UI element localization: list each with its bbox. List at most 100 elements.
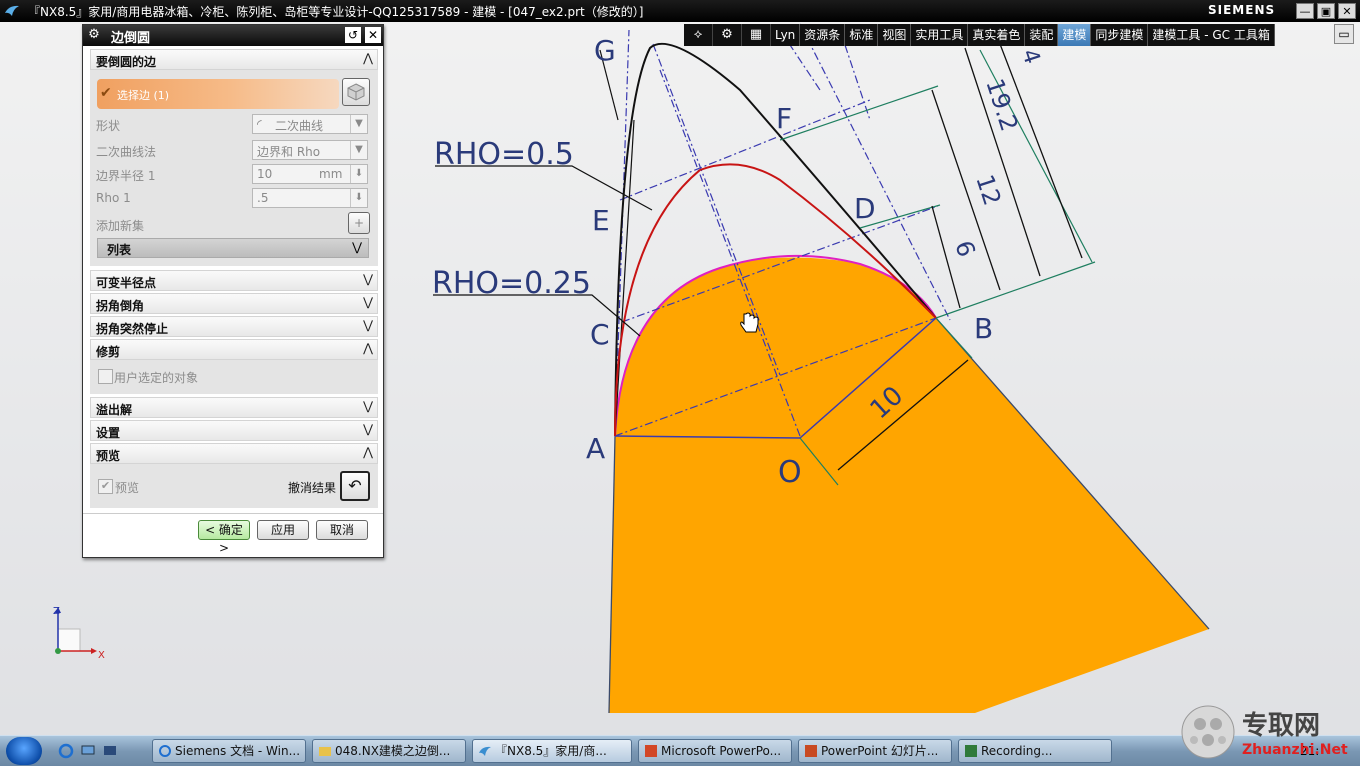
dialog-header[interactable]: ⚙ 边倒圆 ↺ ✕ — [83, 25, 383, 46]
preview-checkbox[interactable]: ✔ — [98, 479, 113, 494]
undo-result-button[interactable]: ↶ — [340, 471, 370, 501]
nx-app-icon — [479, 746, 491, 756]
ie-icon[interactable] — [58, 743, 74, 759]
conic-method-label: 二次曲线法 — [96, 145, 157, 159]
taskbar-item-label: Recording... — [981, 744, 1053, 758]
gear-icon[interactable]: ⚙ — [713, 24, 742, 46]
conic-method-value: 边界和 Rho — [257, 145, 321, 159]
rho-value: .5 — [257, 191, 269, 205]
chevron-up-icon: ⋀ — [363, 445, 373, 459]
solid-body — [609, 257, 1209, 713]
siemens-brand: SIEMENS — [1208, 3, 1276, 17]
boundary-radius-value: 10 — [257, 167, 273, 181]
point-label-c: C — [590, 318, 610, 351]
conic-method-select[interactable]: 边界和 Rho ▼ — [252, 140, 368, 160]
dialog-close-icon[interactable]: ✕ — [365, 27, 381, 43]
grid-icon[interactable]: ▦ — [742, 24, 771, 46]
taskbar-item-folder[interactable]: 048.NX建模之边倒... — [312, 739, 466, 763]
tab-resource-bar[interactable]: 资源条 — [800, 24, 846, 46]
dialog-divider — [83, 513, 383, 514]
apply-button[interactable]: 应用 — [257, 520, 309, 540]
shape-value: 二次曲线 — [275, 119, 324, 133]
watermark-logo: 专取网 Zhuanzhi.Net — [1181, 705, 1348, 759]
edge-blend-dialog: ⚙ 边倒圆 ↺ ✕ 要倒圆的边 ⋀ ✔ 选择边 (1) 形状 二次曲线 ◜ ▼ — [82, 24, 384, 558]
tab-synchronous-modeling[interactable]: 同步建模 — [1091, 24, 1149, 46]
point-label-a: A — [586, 432, 605, 465]
chevron-down-icon: ⋁ — [352, 240, 362, 254]
boundary-radius-input[interactable]: 10 mm ⬇ — [252, 164, 368, 184]
tab-lyn[interactable]: Lyn — [771, 24, 801, 46]
reset-icon[interactable]: ↺ — [345, 27, 361, 43]
taskbar-item-label: PowerPoint 幻灯片... — [821, 744, 939, 758]
minimize-button[interactable]: — — [1296, 3, 1314, 19]
section-variable-radius[interactable]: 可变半径点 ⋁ — [90, 270, 378, 291]
user-selected-objects-checkbox[interactable] — [98, 369, 113, 384]
taskbar-item-slideshow[interactable]: PowerPoint 幻灯片... — [798, 739, 952, 763]
point-label-b: B — [974, 312, 993, 345]
section-corner-setback[interactable]: 拐角倒角 ⋁ — [90, 293, 378, 314]
computer-icon[interactable] — [80, 743, 96, 759]
section-settings[interactable]: 设置 ⋁ — [90, 420, 378, 441]
desktop-icon[interactable] — [102, 743, 118, 759]
document-close-button[interactable]: ▭ — [1334, 24, 1354, 44]
shape-label: 形状 — [96, 119, 121, 133]
arrow-down-icon[interactable]: ⬇ — [350, 165, 367, 183]
taskbar-item-label: Microsoft PowerPo... — [661, 744, 782, 758]
watermark-cn: 专取网 — [1242, 711, 1320, 741]
shape-row: 形状 二次曲线 ◜ ▼ — [90, 114, 378, 134]
watermark-en: Zhuanzhi.Net — [1242, 742, 1348, 758]
dim-19-2: 19.2 — [980, 75, 1023, 134]
chevron-up-icon: ⋀ — [363, 341, 373, 355]
taskbar-item-nx[interactable]: 『NX8.5』家用/商... — [472, 739, 632, 763]
section-preview[interactable]: 预览 ⋀ — [90, 443, 378, 464]
section-label: 设置 — [96, 426, 121, 440]
nx-logo-icon[interactable]: ⟡ — [684, 24, 713, 46]
chevron-down-icon: ⋁ — [363, 318, 373, 332]
rho-row: Rho 1 .5 ⬇ — [90, 188, 378, 208]
boundary-radius-row: 边界半径 1 10 mm ⬇ — [90, 164, 378, 184]
point-label-g: G — [594, 34, 616, 67]
add-new-set-button[interactable]: + — [348, 212, 370, 234]
tab-true-shading[interactable]: 真实着色 — [968, 24, 1026, 46]
section-trim[interactable]: 修剪 ⋀ — [90, 339, 378, 360]
chevron-down-icon: ▼ — [350, 141, 367, 159]
chevron-down-icon: ⋁ — [363, 295, 373, 309]
taskbar-item-label: 048.NX建模之边倒... — [335, 744, 451, 758]
cancel-button[interactable]: 取消 — [316, 520, 368, 540]
chevron-up-icon: ⋀ — [363, 51, 373, 65]
start-button[interactable] — [6, 737, 42, 765]
taskbar-item-recording[interactable]: Recording... — [958, 739, 1112, 763]
close-button[interactable]: ✕ — [1338, 3, 1356, 19]
section-overflow[interactable]: 溢出解 ⋁ — [90, 397, 378, 418]
tab-gc-toolkit[interactable]: 建模工具 - GC 工具箱 — [1148, 24, 1275, 46]
edges-section-body: ✔ 选择边 (1) 形状 二次曲线 ◜ ▼ 二次曲线法 边界和 Rho ▼ 边界… — [90, 70, 378, 266]
recording-icon — [965, 745, 977, 757]
taskbar-item-siemens-docs[interactable]: Siemens 文档 - Win... — [152, 739, 306, 763]
section-corner-stop[interactable]: 拐角突然停止 ⋁ — [90, 316, 378, 337]
select-edge-cube-button[interactable] — [342, 78, 370, 106]
arrow-down-icon[interactable]: ⬇ — [350, 189, 367, 207]
maximize-button[interactable]: ▣ — [1317, 3, 1335, 19]
conic-method-row: 二次曲线法 边界和 Rho ▼ — [90, 140, 378, 160]
list-header[interactable]: 列表 ⋁ — [97, 238, 369, 258]
tab-utilities[interactable]: 实用工具 — [911, 24, 969, 46]
tab-assembly[interactable]: 装配 — [1025, 24, 1059, 46]
rho-input[interactable]: .5 ⬇ — [252, 188, 368, 208]
tab-modeling[interactable]: 建模 — [1058, 24, 1092, 46]
undo-icon: ↶ — [348, 476, 362, 495]
dialog-title: 边倒圆 — [111, 31, 151, 46]
select-edge-bar[interactable]: ✔ 选择边 (1) — [97, 79, 339, 109]
tab-standard[interactable]: 标准 — [845, 24, 879, 46]
dialog-gear-icon[interactable]: ⚙ — [86, 27, 102, 43]
taskbar-item-powerpoint[interactable]: Microsoft PowerPo... — [638, 739, 792, 763]
chevron-down-icon: ▼ — [350, 115, 367, 133]
chevron-down-icon: ⋁ — [363, 272, 373, 286]
preview-label: 预览 — [115, 481, 140, 495]
windows-taskbar: Siemens 文档 - Win... 048.NX建模之边倒... 『NX8.… — [0, 735, 1360, 766]
user-selected-objects-label: 用户选定的对象 — [114, 371, 199, 385]
section-edges-to-blend[interactable]: 要倒圆的边 ⋀ — [90, 49, 378, 70]
window-title-bar[interactable]: 『NX8.5』家用/商用电器冰箱、冷柜、陈列柜、岛柜等专业设计-QQ125317… — [0, 0, 1360, 22]
tab-view[interactable]: 视图 — [878, 24, 912, 46]
ok-button[interactable]: < 确定 > — [198, 520, 250, 555]
shape-select[interactable]: 二次曲线 ◜ ▼ — [252, 114, 368, 134]
